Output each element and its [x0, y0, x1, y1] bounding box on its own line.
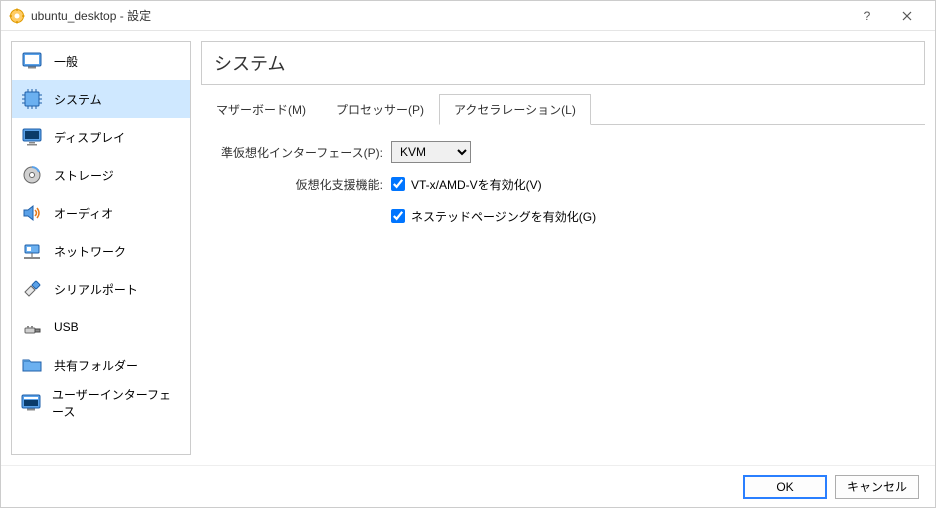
sidebar-item-ui[interactable]: ユーザーインターフェース — [12, 384, 190, 422]
row-paravirt: 準仮想化インターフェース(P): KVM — [211, 139, 915, 165]
sidebar-item-label: シリアルポート — [54, 281, 138, 298]
main-panel: システム マザーボード(M) プロセッサー(P) アクセラレーション(L) 準仮… — [201, 41, 925, 455]
sidebar-item-label: 一般 — [54, 53, 78, 70]
sidebar-item-usb[interactable]: USB — [12, 308, 190, 346]
paravirt-label: 準仮想化インターフェース(P): — [211, 144, 391, 161]
sidebar-item-label: 共有フォルダー — [54, 357, 138, 374]
tab-motherboard[interactable]: マザーボード(M) — [201, 94, 321, 125]
tabs: マザーボード(M) プロセッサー(P) アクセラレーション(L) — [201, 93, 925, 125]
sidebar-item-label: ユーザーインターフェース — [52, 386, 182, 420]
paravirt-select[interactable]: KVM — [391, 141, 471, 163]
storage-icon — [20, 163, 44, 187]
app-icon — [9, 8, 25, 24]
sidebar-item-display[interactable]: ディスプレイ — [12, 118, 190, 156]
tab-acceleration[interactable]: アクセラレーション(L) — [439, 94, 591, 125]
sidebar: 一般 システム ディスプレイ ストレージ オーディオ — [11, 41, 191, 455]
usb-icon — [20, 315, 44, 339]
tab-processor[interactable]: プロセッサー(P) — [321, 94, 439, 125]
network-icon — [20, 239, 44, 263]
serial-icon — [20, 277, 44, 301]
ui-icon — [20, 391, 42, 415]
sidebar-item-serial[interactable]: シリアルポート — [12, 270, 190, 308]
vtx-checkbox[interactable] — [391, 177, 405, 191]
sidebar-item-label: システム — [54, 91, 102, 108]
tab-body: 準仮想化インターフェース(P): KVM 仮想化支援機能: VT-x/AMD-V… — [201, 125, 925, 249]
display-icon — [20, 125, 44, 149]
sidebar-item-label: ディスプレイ — [54, 129, 125, 146]
sidebar-item-system[interactable]: システム — [12, 80, 190, 118]
cancel-button[interactable]: キャンセル — [835, 475, 919, 499]
nested-checkbox[interactable] — [391, 209, 405, 223]
sidebar-item-storage[interactable]: ストレージ — [12, 156, 190, 194]
close-button[interactable] — [887, 2, 927, 30]
sidebar-item-label: USB — [54, 320, 79, 334]
content: 一般 システム ディスプレイ ストレージ オーディオ — [1, 31, 935, 465]
sidebar-item-general[interactable]: 一般 — [12, 42, 190, 80]
panel-title: システム — [201, 41, 925, 85]
general-icon — [20, 49, 44, 73]
window-title: ubuntu_desktop - 設定 — [31, 7, 847, 24]
sidebar-item-shared-folders[interactable]: 共有フォルダー — [12, 346, 190, 384]
sidebar-item-network[interactable]: ネットワーク — [12, 232, 190, 270]
footer: OK キャンセル — [1, 465, 935, 507]
sidebar-item-label: オーディオ — [54, 205, 113, 222]
sidebar-item-label: ネットワーク — [54, 243, 126, 260]
ok-button[interactable]: OK — [743, 475, 827, 499]
sidebar-item-label: ストレージ — [54, 167, 114, 184]
row-hwvirt: 仮想化支援機能: VT-x/AMD-Vを有効化(V) — [211, 171, 915, 197]
audio-icon — [20, 201, 44, 225]
vtx-checkbox-wrap[interactable]: VT-x/AMD-Vを有効化(V) — [391, 176, 542, 193]
folder-icon — [20, 353, 44, 377]
sidebar-item-audio[interactable]: オーディオ — [12, 194, 190, 232]
nested-checkbox-wrap[interactable]: ネステッドページングを有効化(G) — [391, 208, 596, 225]
vtx-label: VT-x/AMD-Vを有効化(V) — [411, 176, 542, 193]
nested-label: ネステッドページングを有効化(G) — [411, 208, 596, 225]
help-button[interactable]: ? — [847, 2, 887, 30]
titlebar: ubuntu_desktop - 設定 ? — [1, 1, 935, 31]
system-icon — [20, 87, 44, 111]
tabs-container: マザーボード(M) プロセッサー(P) アクセラレーション(L) 準仮想化インタ… — [201, 93, 925, 249]
hwvirt-label: 仮想化支援機能: — [211, 176, 391, 193]
row-nested: ネステッドページングを有効化(G) — [211, 203, 915, 229]
